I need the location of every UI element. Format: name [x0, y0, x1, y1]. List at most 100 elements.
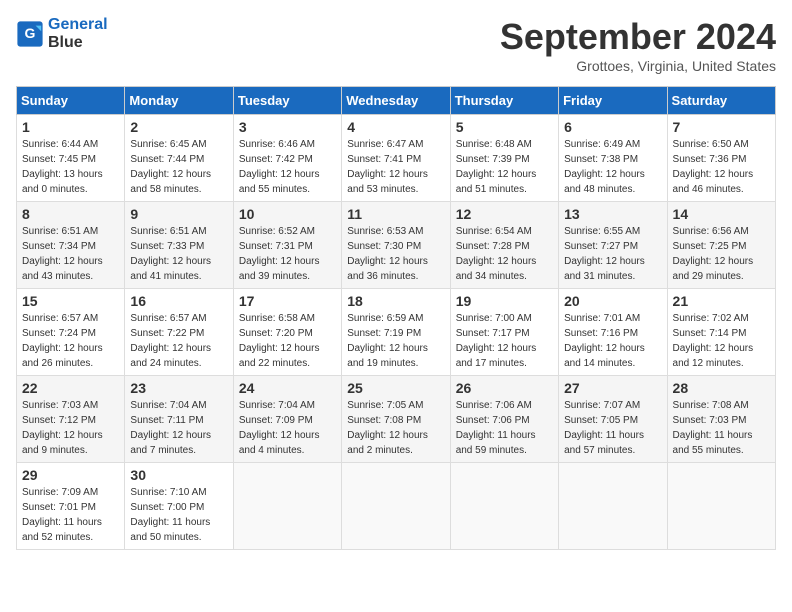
day-number: 26: [456, 380, 553, 396]
day-info: Sunrise: 7:04 AM Sunset: 7:11 PM Dayligh…: [130, 398, 227, 458]
month-title: September 2024: [500, 16, 776, 58]
calendar-cell: [233, 463, 341, 550]
calendar-cell: 8Sunrise: 6:51 AM Sunset: 7:34 PM Daylig…: [17, 202, 125, 289]
day-number: 22: [22, 380, 119, 396]
day-info: Sunrise: 6:59 AM Sunset: 7:19 PM Dayligh…: [347, 311, 444, 371]
day-info: Sunrise: 7:09 AM Sunset: 7:01 PM Dayligh…: [22, 485, 119, 545]
day-number: 18: [347, 293, 444, 309]
day-number: 19: [456, 293, 553, 309]
day-info: Sunrise: 7:03 AM Sunset: 7:12 PM Dayligh…: [22, 398, 119, 458]
day-number: 10: [239, 206, 336, 222]
calendar-cell: 9 Sunrise: 6:51 AM Sunset: 7:33 PM Daylig…: [125, 202, 233, 289]
day-number: 15: [22, 293, 119, 309]
day-info: Sunrise: 6:54 AM Sunset: 7:28 PM Dayligh…: [456, 224, 553, 284]
day-info: Sunrise: 6:51 AM Sunset: 7:33 PM Dayligh…: [130, 224, 227, 284]
calendar-cell: 20 Sunrise: 7:01 AM Sunset: 7:16 PM Dayli…: [559, 289, 667, 376]
day-info: Sunrise: 7:02 AM Sunset: 7:14 PM Dayligh…: [673, 311, 770, 371]
day-info: Sunrise: 7:06 AM Sunset: 7:06 PM Dayligh…: [456, 398, 553, 458]
day-info: Sunrise: 6:50 AM Sunset: 7:36 PM Dayligh…: [673, 137, 770, 197]
title-area: September 2024 Grottoes, Virginia, Unite…: [500, 16, 776, 74]
column-header-thursday: Thursday: [450, 87, 558, 115]
calendar-cell: 4 Sunrise: 6:47 AM Sunset: 7:41 PM Daylig…: [342, 115, 450, 202]
calendar-week-row: 1Sunrise: 6:44 AM Sunset: 7:45 PM Daylig…: [17, 115, 776, 202]
calendar-cell: 12 Sunrise: 6:54 AM Sunset: 7:28 PM Dayli…: [450, 202, 558, 289]
calendar-week-row: 22 Sunrise: 7:03 AM Sunset: 7:12 PM Dayli…: [17, 376, 776, 463]
location: Grottoes, Virginia, United States: [500, 58, 776, 74]
day-info: Sunrise: 6:49 AM Sunset: 7:38 PM Dayligh…: [564, 137, 661, 197]
calendar-cell: 18 Sunrise: 6:59 AM Sunset: 7:19 PM Dayli…: [342, 289, 450, 376]
calendar-header-row: SundayMondayTuesdayWednesdayThursdayFrid…: [17, 87, 776, 115]
day-info: Sunrise: 6:55 AM Sunset: 7:27 PM Dayligh…: [564, 224, 661, 284]
calendar-cell: [342, 463, 450, 550]
calendar-week-row: 8Sunrise: 6:51 AM Sunset: 7:34 PM Daylig…: [17, 202, 776, 289]
day-info: Sunrise: 6:51 AM Sunset: 7:34 PM Dayligh…: [22, 224, 119, 284]
day-number: 20: [564, 293, 661, 309]
calendar-cell: 6 Sunrise: 6:49 AM Sunset: 7:38 PM Daylig…: [559, 115, 667, 202]
day-number: 17: [239, 293, 336, 309]
day-info: Sunrise: 6:47 AM Sunset: 7:41 PM Dayligh…: [347, 137, 444, 197]
column-header-friday: Friday: [559, 87, 667, 115]
day-info: Sunrise: 6:48 AM Sunset: 7:39 PM Dayligh…: [456, 137, 553, 197]
day-number: 7: [673, 119, 770, 135]
calendar-cell: 14 Sunrise: 6:56 AM Sunset: 7:25 PM Dayli…: [667, 202, 775, 289]
day-number: 30: [130, 467, 227, 483]
logo-icon: G: [16, 20, 44, 48]
day-info: Sunrise: 7:04 AM Sunset: 7:09 PM Dayligh…: [239, 398, 336, 458]
day-number: 9: [130, 206, 227, 222]
logo: G General Blue: [16, 16, 108, 52]
day-info: Sunrise: 6:52 AM Sunset: 7:31 PM Dayligh…: [239, 224, 336, 284]
calendar-cell: [667, 463, 775, 550]
day-number: 28: [673, 380, 770, 396]
day-number: 21: [673, 293, 770, 309]
day-info: Sunrise: 6:56 AM Sunset: 7:25 PM Dayligh…: [673, 224, 770, 284]
day-info: Sunrise: 6:58 AM Sunset: 7:20 PM Dayligh…: [239, 311, 336, 371]
day-number: 24: [239, 380, 336, 396]
calendar-cell: 5 Sunrise: 6:48 AM Sunset: 7:39 PM Daylig…: [450, 115, 558, 202]
column-header-tuesday: Tuesday: [233, 87, 341, 115]
column-header-saturday: Saturday: [667, 87, 775, 115]
calendar-cell: 19 Sunrise: 7:00 AM Sunset: 7:17 PM Dayli…: [450, 289, 558, 376]
calendar-cell: 7 Sunrise: 6:50 AM Sunset: 7:36 PM Daylig…: [667, 115, 775, 202]
column-header-monday: Monday: [125, 87, 233, 115]
calendar-table: SundayMondayTuesdayWednesdayThursdayFrid…: [16, 86, 776, 550]
day-number: 14: [673, 206, 770, 222]
calendar-cell: 24 Sunrise: 7:04 AM Sunset: 7:09 PM Dayli…: [233, 376, 341, 463]
calendar-cell: 2Sunrise: 6:45 AM Sunset: 7:44 PM Daylig…: [125, 115, 233, 202]
day-info: Sunrise: 7:00 AM Sunset: 7:17 PM Dayligh…: [456, 311, 553, 371]
day-number: 6: [564, 119, 661, 135]
svg-text:G: G: [25, 25, 36, 41]
calendar-cell: 10 Sunrise: 6:52 AM Sunset: 7:31 PM Dayli…: [233, 202, 341, 289]
calendar-week-row: 15 Sunrise: 6:57 AM Sunset: 7:24 PM Dayli…: [17, 289, 776, 376]
column-header-sunday: Sunday: [17, 87, 125, 115]
calendar-cell: [450, 463, 558, 550]
calendar-cell: 29Sunrise: 7:09 AM Sunset: 7:01 PM Dayli…: [17, 463, 125, 550]
day-number: 2: [130, 119, 227, 135]
day-number: 5: [456, 119, 553, 135]
calendar-cell: [559, 463, 667, 550]
calendar-cell: 26 Sunrise: 7:06 AM Sunset: 7:06 PM Dayli…: [450, 376, 558, 463]
page-header: G General Blue September 2024 Grottoes, …: [16, 16, 776, 74]
day-info: Sunrise: 6:53 AM Sunset: 7:30 PM Dayligh…: [347, 224, 444, 284]
day-info: Sunrise: 6:44 AM Sunset: 7:45 PM Dayligh…: [22, 137, 119, 197]
day-number: 11: [347, 206, 444, 222]
day-info: Sunrise: 7:10 AM Sunset: 7:00 PM Dayligh…: [130, 485, 227, 545]
day-info: Sunrise: 7:07 AM Sunset: 7:05 PM Dayligh…: [564, 398, 661, 458]
column-header-wednesday: Wednesday: [342, 87, 450, 115]
day-info: Sunrise: 7:01 AM Sunset: 7:16 PM Dayligh…: [564, 311, 661, 371]
day-number: 25: [347, 380, 444, 396]
calendar-cell: 15 Sunrise: 6:57 AM Sunset: 7:24 PM Dayli…: [17, 289, 125, 376]
day-number: 16: [130, 293, 227, 309]
calendar-cell: 22 Sunrise: 7:03 AM Sunset: 7:12 PM Dayli…: [17, 376, 125, 463]
calendar-cell: 17 Sunrise: 6:58 AM Sunset: 7:20 PM Dayli…: [233, 289, 341, 376]
calendar-week-row: 29Sunrise: 7:09 AM Sunset: 7:01 PM Dayli…: [17, 463, 776, 550]
calendar-cell: 28 Sunrise: 7:08 AM Sunset: 7:03 PM Dayli…: [667, 376, 775, 463]
day-info: Sunrise: 6:57 AM Sunset: 7:24 PM Dayligh…: [22, 311, 119, 371]
day-info: Sunrise: 6:57 AM Sunset: 7:22 PM Dayligh…: [130, 311, 227, 371]
calendar-cell: 11 Sunrise: 6:53 AM Sunset: 7:30 PM Dayli…: [342, 202, 450, 289]
day-number: 13: [564, 206, 661, 222]
calendar-cell: 16 Sunrise: 6:57 AM Sunset: 7:22 PM Dayli…: [125, 289, 233, 376]
day-number: 12: [456, 206, 553, 222]
day-number: 4: [347, 119, 444, 135]
calendar-cell: 3Sunrise: 6:46 AM Sunset: 7:42 PM Daylig…: [233, 115, 341, 202]
day-info: Sunrise: 7:08 AM Sunset: 7:03 PM Dayligh…: [673, 398, 770, 458]
